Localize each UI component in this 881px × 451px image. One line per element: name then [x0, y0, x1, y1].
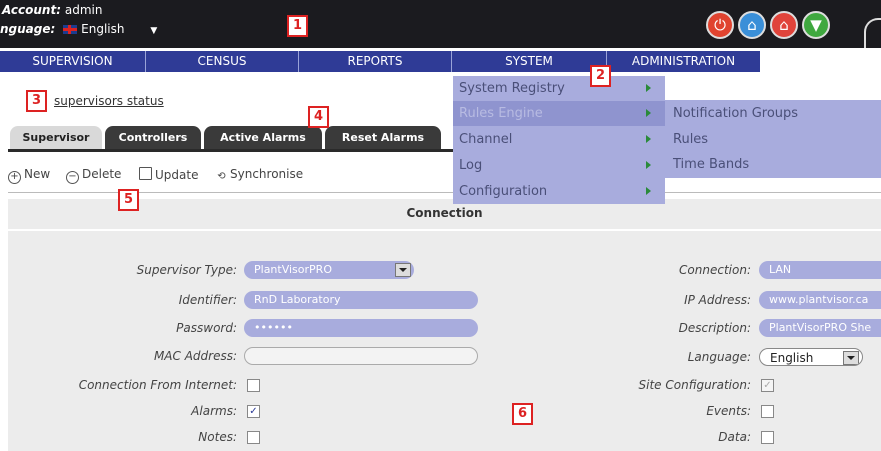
- connection-from-internet-checkbox[interactable]: [247, 379, 260, 392]
- alarms-checkbox[interactable]: ✓: [247, 405, 260, 418]
- nav-supervision[interactable]: SUPERVISION: [0, 51, 146, 72]
- notes-label: Notes:: [198, 430, 237, 444]
- delete-label: Delete: [82, 167, 122, 181]
- events-checkbox[interactable]: [761, 405, 774, 418]
- arrow-right-icon: [646, 109, 651, 117]
- ip-address-label: IP Address:: [684, 293, 751, 307]
- breadcrumb[interactable]: supervisors status: [54, 94, 164, 108]
- account-value: admin: [64, 3, 103, 17]
- tab-reset-alarms[interactable]: Reset Alarms: [325, 126, 441, 149]
- save-icon: [139, 167, 152, 180]
- tab-supervisor[interactable]: Supervisor: [10, 126, 102, 149]
- marker-2: 2: [590, 65, 611, 87]
- menu-item-system-registry[interactable]: System Registry: [453, 76, 665, 101]
- tab-active-alarms[interactable]: Active Alarms: [204, 126, 322, 149]
- marker-6: 6: [512, 403, 533, 425]
- connection-form: Supervisor Type: PlantVisorPRO Identifie…: [8, 231, 881, 451]
- synchronise-button[interactable]: ⟲ Synchronise: [216, 167, 303, 183]
- mac-address-label: MAC Address:: [153, 349, 237, 363]
- menu-item-label: Channel: [459, 132, 513, 147]
- language-value: English: [81, 22, 125, 36]
- chevron-down-icon[interactable]: ▼: [150, 26, 157, 36]
- language-select-value: English: [770, 351, 814, 365]
- arrow-right-icon: [646, 84, 651, 92]
- identifier-input[interactable]: RnD Laboratory: [244, 291, 478, 309]
- menu-item-label: Rules Engine: [459, 106, 543, 121]
- main-nav: SUPERVISION CENSUS REPORTS SYSTEM ADMINI…: [0, 51, 760, 72]
- connection-select[interactable]: LAN: [759, 261, 881, 279]
- submenu-item-notification-groups[interactable]: Notification Groups: [665, 101, 881, 126]
- marker-5: 5: [118, 189, 139, 211]
- data-label: Data:: [718, 430, 751, 444]
- mac-address-input[interactable]: [244, 347, 478, 365]
- account-info: Account: admin: [2, 3, 102, 17]
- plus-icon: +: [8, 171, 21, 184]
- nav-reports[interactable]: REPORTS: [299, 51, 452, 72]
- tab-controllers[interactable]: Controllers: [105, 126, 201, 149]
- events-label: Events:: [706, 404, 751, 418]
- update-label: Update: [155, 168, 199, 182]
- power-icon[interactable]: ⏻: [706, 11, 734, 39]
- identifier-label: Identifier:: [178, 293, 237, 307]
- nav-administration[interactable]: ADMINISTRATION: [607, 51, 760, 72]
- marker-3: 3: [26, 90, 47, 112]
- nav-census[interactable]: CENSUS: [146, 51, 299, 72]
- description-label: Description:: [678, 321, 751, 335]
- password-input[interactable]: ••••••: [244, 319, 478, 337]
- chevron-down-icon: [843, 351, 859, 365]
- nav-system[interactable]: SYSTEM: [452, 51, 607, 72]
- menu-item-log[interactable]: Log: [453, 153, 665, 178]
- synchronise-label: Synchronise: [230, 167, 304, 181]
- top-bar: Account: admin nguage: English ▼ ⏻ ⌂ ⌂ ▼: [0, 0, 881, 48]
- marker-4: 4: [308, 106, 329, 128]
- update-button[interactable]: Update: [139, 167, 198, 182]
- delete-button[interactable]: − Delete: [66, 167, 121, 184]
- data-checkbox[interactable]: [761, 431, 774, 444]
- alarms-label: Alarms:: [191, 404, 237, 418]
- menu-item-rules-engine[interactable]: Rules Engine: [453, 101, 665, 126]
- menu-item-label: Log: [459, 158, 483, 173]
- arrow-right-icon: [646, 187, 651, 195]
- description-input[interactable]: PlantVisorPRO She: [759, 319, 881, 337]
- submenu-item-time-bands[interactable]: Time Bands: [665, 152, 881, 177]
- arrow-right-icon: [646, 161, 651, 169]
- connection-label: Connection:: [679, 263, 751, 277]
- account-label: Account:: [2, 3, 62, 17]
- chevron-down-icon: [395, 263, 411, 277]
- submenu-item-rules[interactable]: Rules: [665, 127, 881, 152]
- rules-engine-submenu: Notification Groups Rules Time Bands: [665, 100, 881, 178]
- home-icon[interactable]: ⌂: [738, 11, 766, 39]
- language-select[interactable]: English: [759, 348, 863, 366]
- sync-icon: ⟲: [217, 171, 226, 182]
- menu-item-label: System Registry: [459, 81, 565, 96]
- menu-item-channel[interactable]: Channel: [453, 127, 665, 152]
- password-label: Password:: [176, 321, 237, 335]
- supervisor-type-select[interactable]: PlantVisorPRO: [244, 261, 414, 279]
- menu-item-label: Configuration: [459, 184, 548, 199]
- language-selector[interactable]: nguage: English ▼: [0, 22, 157, 36]
- site-icon[interactable]: ⌂: [770, 11, 798, 39]
- supervisor-type-label: Supervisor Type:: [136, 263, 237, 277]
- uk-flag-icon: [63, 25, 78, 34]
- new-button[interactable]: + New: [8, 167, 50, 184]
- minus-icon: −: [66, 171, 79, 184]
- new-label: New: [24, 167, 51, 181]
- language-label: nguage:: [0, 22, 56, 36]
- supervisor-type-value: PlantVisorPRO: [254, 263, 332, 276]
- system-menu: System Registry Rules Engine Channel Log…: [453, 76, 665, 204]
- menu-item-configuration[interactable]: Configuration: [453, 179, 665, 204]
- ip-address-input[interactable]: www.plantvisor.ca: [759, 291, 881, 309]
- connection-from-internet-label: Connection From Internet:: [78, 378, 237, 392]
- site-configuration-checkbox[interactable]: ✓: [761, 379, 774, 392]
- scroll-arc-icon: [864, 18, 881, 48]
- marker-1: 1: [287, 15, 308, 37]
- site-configuration-label: Site Configuration:: [638, 378, 751, 392]
- language-label: Language:: [687, 350, 751, 364]
- arrow-right-icon: [646, 135, 651, 143]
- notes-checkbox[interactable]: [247, 431, 260, 444]
- download-icon[interactable]: ▼: [802, 11, 830, 39]
